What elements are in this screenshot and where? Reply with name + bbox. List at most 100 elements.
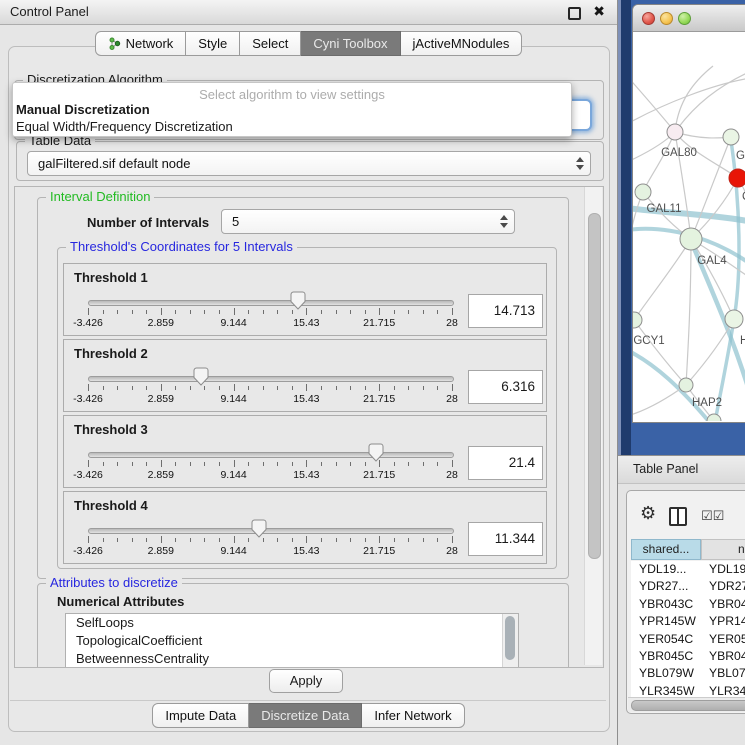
tab-label: Network	[126, 36, 174, 51]
settings-vertical-scrollbar[interactable]	[584, 187, 602, 665]
tick-mark	[423, 462, 424, 466]
gear-icon[interactable]: ⚙	[640, 503, 656, 524]
tab-infer-network[interactable]: Infer Network	[362, 703, 464, 728]
cell-name: YBL079W	[709, 666, 745, 680]
number-of-intervals-combobox[interactable]: 5	[221, 209, 515, 234]
threshold-value-field[interactable]: 6.316	[468, 370, 543, 404]
network-canvas[interactable]: GAL80GACGAL11GAL4GCY1HHAP2	[633, 32, 745, 421]
table-row[interactable]: YLR345WYLR345W	[631, 683, 745, 698]
tab-cyni-toolbox[interactable]: Cyni Toolbox	[301, 31, 400, 56]
slider-thumb[interactable]	[290, 291, 306, 310]
table-row[interactable]: YER054CYER054C	[631, 631, 745, 648]
tick-mark	[132, 310, 133, 314]
tick-mark	[292, 462, 293, 466]
tab-impute-data[interactable]: Impute Data	[152, 703, 249, 728]
tick-label: -3.426	[63, 393, 113, 405]
tick-mark	[117, 310, 118, 314]
column-header-shared-name[interactable]: shared...	[631, 539, 701, 560]
network-node[interactable]	[723, 129, 739, 145]
table-row[interactable]: YBR043CYBR043C	[631, 596, 745, 613]
menu-item-manual-discretization[interactable]: Manual Discretization	[16, 102, 150, 117]
numerical-attributes-list[interactable]: SelfLoopsTopologicalCoefficientBetweenne…	[65, 613, 519, 668]
tick-mark	[175, 310, 176, 314]
network-node[interactable]	[729, 169, 745, 187]
table-row[interactable]: YDL19...YDL19	[631, 561, 745, 578]
attribute-item-betweennesscentrality[interactable]: BetweennessCentrality	[66, 650, 518, 668]
table-data-combobox[interactable]: galFiltered.sif default node	[27, 151, 591, 176]
zoom-traffic-light-icon[interactable]	[678, 12, 691, 25]
tick-mark	[379, 384, 380, 391]
close-icon[interactable]: ✖	[593, 3, 605, 20]
settings-scrollbar-thumb[interactable]	[588, 213, 601, 559]
apply-button[interactable]: Apply	[269, 669, 343, 693]
tick-mark	[306, 536, 307, 543]
network-node[interactable]	[725, 310, 743, 328]
network-node[interactable]	[635, 184, 651, 200]
attributes-scrollbar[interactable]	[502, 614, 518, 668]
tick-mark	[365, 462, 366, 466]
tick-mark	[219, 386, 220, 390]
tick-mark	[234, 536, 235, 543]
tick-mark	[277, 538, 278, 542]
slider-track[interactable]	[88, 300, 454, 306]
attribute-item-selfloops[interactable]: SelfLoops	[66, 614, 518, 632]
tab-network[interactable]: Network	[95, 31, 187, 56]
tick-mark	[321, 386, 322, 390]
network-node[interactable]	[633, 312, 642, 328]
menu-item-equal-width-frequency[interactable]: Equal Width/Frequency Discretization	[16, 119, 233, 134]
select-columns-icons[interactable]: ☑☑	[701, 508, 724, 524]
table-row[interactable]: YBR045CYBR045C	[631, 648, 745, 665]
tick-mark	[306, 308, 307, 315]
table-horizontal-scrollbar[interactable]	[628, 697, 745, 712]
tick-mark	[103, 310, 104, 314]
right-region: GAL80GACGAL11GAL4GCY1HHAP2 Table Panel ⚙…	[618, 0, 745, 745]
threshold-value-field[interactable]: 14.713	[468, 294, 543, 328]
cell-shared-name: YBL079W	[639, 666, 694, 680]
tick-mark	[132, 538, 133, 542]
slider-track[interactable]	[88, 376, 454, 382]
slider-track[interactable]	[88, 528, 454, 534]
network-window-titlebar	[633, 5, 745, 32]
slider-thumb[interactable]	[368, 443, 384, 462]
slider-thumb[interactable]	[193, 367, 209, 386]
column-header-name[interactable]: name	[701, 539, 745, 560]
tick-mark	[379, 460, 380, 467]
tab-label: Style	[198, 36, 227, 51]
slider-track[interactable]	[88, 452, 454, 458]
network-node[interactable]	[667, 124, 683, 140]
cell-shared-name: YBR043C	[639, 597, 693, 611]
tab-discretize-data[interactable]: Discretize Data	[249, 703, 362, 728]
slider-thumb[interactable]	[251, 519, 267, 538]
threshold-label: Threshold 2	[74, 346, 148, 361]
node-label-gal80: GAL80	[661, 147, 697, 159]
table-row[interactable]: YPR145WYPR145W	[631, 613, 745, 630]
minimize-traffic-light-icon[interactable]	[660, 12, 673, 25]
tab-select[interactable]: Select	[240, 31, 301, 56]
network-node[interactable]	[680, 228, 702, 250]
table-row[interactable]: YBL079W YBL079W	[631, 665, 745, 682]
tick-mark	[263, 538, 264, 542]
tick-mark	[408, 538, 409, 542]
attributes-scrollbar-thumb[interactable]	[505, 616, 515, 660]
tick-label: 21.715	[354, 393, 404, 405]
tab-jactivemnodules[interactable]: jActiveMNodules	[401, 31, 523, 56]
tick-mark	[408, 462, 409, 466]
close-traffic-light-icon[interactable]	[642, 12, 655, 25]
node-table-panel: ⚙ ☑☑ shared... name YDL19...YDL19YDR27..…	[626, 490, 745, 714]
tick-mark	[292, 310, 293, 314]
attribute-item-topologicalcoefficient[interactable]: TopologicalCoefficient	[66, 632, 518, 650]
number-of-intervals-value: 5	[232, 210, 239, 233]
tick-mark	[408, 310, 409, 314]
threshold-value-field[interactable]: 21.4	[468, 446, 543, 480]
tick-mark	[204, 310, 205, 314]
column-layout-icon[interactable]	[669, 507, 687, 526]
threshold-value-field[interactable]: 11.344	[468, 522, 543, 556]
tick-mark	[88, 460, 89, 467]
tick-mark	[175, 386, 176, 390]
table-row[interactable]: YDR27...YDR27	[631, 578, 745, 595]
tab-style[interactable]: Style	[186, 31, 240, 56]
float-window-icon[interactable]	[568, 7, 581, 20]
table-hscrollbar-thumb[interactable]	[631, 700, 745, 711]
network-node[interactable]	[679, 378, 693, 392]
tick-label: -3.426	[63, 317, 113, 329]
